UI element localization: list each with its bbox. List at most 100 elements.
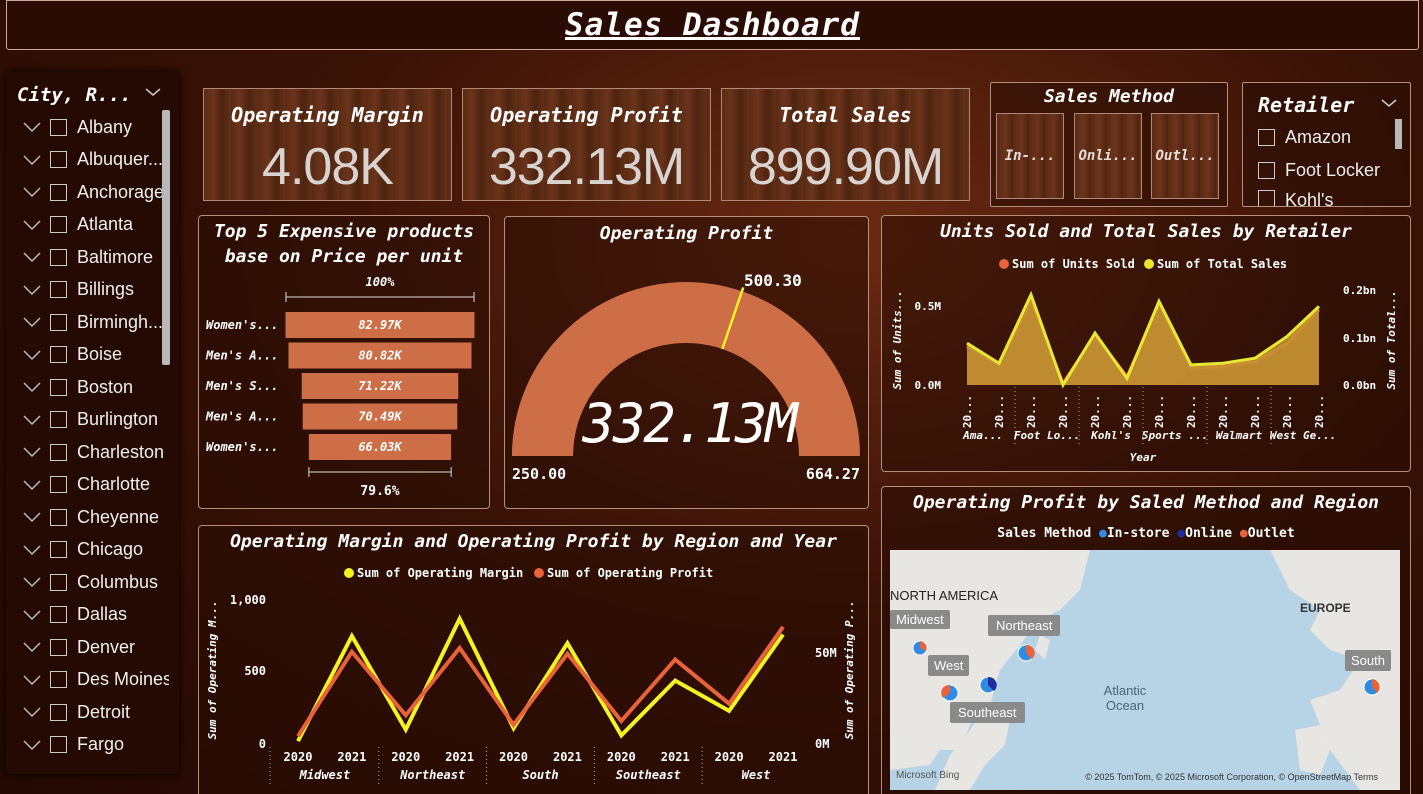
city-label: Baltimore [77,246,154,267]
chevron-down-icon[interactable] [22,348,42,362]
x-year-label: 20... [993,395,1006,428]
city-item[interactable]: Cheyenne [22,504,169,530]
checkbox[interactable] [50,313,67,331]
checkbox[interactable] [50,541,67,558]
city-item[interactable]: Birmingh... [22,309,169,335]
city-item[interactable]: Albany [22,114,169,140]
x-year-label: 2021 [769,750,798,764]
pie-marker-south[interactable] [1363,678,1381,696]
x-year-label: 20... [1153,395,1166,428]
city-item[interactable]: Baltimore [22,244,169,270]
retailer-item-label: Kohl's [1285,190,1334,206]
retailer-item-foot-locker[interactable]: Foot Locker [1258,158,1380,182]
checkbox[interactable] [50,248,67,266]
checkbox[interactable] [50,671,67,688]
map-attribution[interactable]: © 2025 TomTom, © 2025 Microsoft Corporat… [1085,772,1378,782]
city-item[interactable]: Atlanta [22,212,169,238]
retailer-item-amazon[interactable]: Amazon [1258,125,1351,149]
y-right-tick-label: 0M [815,737,829,751]
city-item[interactable]: Columbus [22,569,169,595]
city-item[interactable]: Charleston [22,439,169,465]
checkbox[interactable] [1258,161,1275,179]
checkbox[interactable] [1258,190,1275,206]
gauge-value: 332.13M [581,392,800,455]
pie-marker-west[interactable] [941,684,959,702]
y-left-axis-title: Sum of Operating M... [206,600,219,739]
legend-title: Sales Method [997,526,1092,541]
checkbox[interactable] [50,151,67,168]
city-item[interactable]: Anchorage [22,179,169,205]
city-item[interactable]: Albuquer... [22,147,169,173]
chevron-down-icon[interactable] [22,738,42,752]
legend-dot: ● [1099,526,1107,541]
city-item[interactable]: Charlotte [22,472,169,498]
gauge-min-label: 250.00 [512,465,566,483]
sales-method-button-outlet[interactable]: Outl... [1151,113,1219,199]
chevron-down-icon[interactable] [22,640,42,654]
checkbox[interactable] [50,411,67,428]
city-item[interactable]: Boston [22,374,169,400]
y-right-tick-label: 0.0bn [1343,379,1376,392]
sales-method-button-online[interactable]: Onli... [1074,113,1142,199]
chevron-down-icon[interactable] [22,543,42,557]
checkbox[interactable] [50,216,67,233]
checkbox[interactable] [50,476,67,493]
chevron-down-icon[interactable] [22,673,42,687]
chevron-down-icon[interactable] [22,218,42,232]
chevron-down-icon[interactable] [22,510,42,524]
city-label: Detroit [77,701,131,722]
chevron-down-icon[interactable] [22,608,42,622]
map-pies [912,640,1381,702]
retailer-title: Retailer [1258,93,1355,117]
chevron-down-icon[interactable] [22,120,42,134]
checkbox[interactable] [50,281,67,298]
pie-marker-southeast[interactable] [979,676,997,694]
chevron-down-icon[interactable] [1379,93,1399,113]
chevron-down-icon[interactable] [22,283,42,297]
chevron-down-icon[interactable] [22,575,42,589]
sales-method-button-instore[interactable]: In-... [996,113,1064,199]
retailer-item-kohls[interactable]: Kohl's [1258,190,1333,206]
city-item[interactable]: Fargo [22,732,169,758]
pie-marker-midwest[interactable] [912,640,928,656]
checkbox[interactable] [1258,128,1275,146]
pie-marker-northeast[interactable] [1017,644,1035,662]
city-item[interactable]: Dallas [22,602,169,628]
checkbox[interactable] [50,346,67,363]
checkbox[interactable] [50,508,67,526]
city-item[interactable]: Denver [22,634,169,660]
x-category-label: West Ge... [1270,429,1336,442]
checkbox[interactable] [50,736,67,753]
chevron-down-icon[interactable] [22,705,42,719]
chevron-down-icon[interactable] [22,380,42,394]
city-scrollbar-thumb[interactable] [162,110,170,365]
city-item[interactable]: Burlington [22,407,169,433]
chevron-down-icon[interactable] [22,185,42,199]
x-category-label: Southeast [616,768,681,782]
chevron-down-icon[interactable] [22,445,42,459]
chevron-down-icon[interactable] [22,250,42,264]
checkbox[interactable] [50,703,67,721]
map-canvas[interactable]: NORTH AMERICA EUROPE Atlantic Ocean Midw… [890,550,1400,790]
checkbox[interactable] [50,443,67,461]
city-item[interactable]: Des Moines [22,667,169,693]
chevron-down-icon[interactable] [22,478,42,492]
chevron-down-icon[interactable] [143,82,163,102]
chevron-down-icon[interactable] [22,153,42,167]
city-item[interactable]: Detroit [22,699,169,725]
checkbox[interactable] [50,378,67,396]
x-year-label: 2020 [715,750,744,764]
checkbox[interactable] [50,638,67,656]
city-item[interactable]: Billings [22,277,169,303]
checkbox[interactable] [50,183,67,201]
city-item[interactable]: Chicago [22,537,169,563]
checkbox[interactable] [50,606,67,623]
checkbox[interactable] [50,118,67,136]
line-operating-margin [296,614,785,743]
chevron-down-icon[interactable] [22,413,42,427]
city-item[interactable]: Boise [22,342,169,368]
retailer-scrollbar-thumb[interactable] [1395,119,1402,149]
chevron-down-icon[interactable] [22,315,42,329]
city-label: Birmingh... [77,311,164,332]
checkbox[interactable] [50,573,67,591]
